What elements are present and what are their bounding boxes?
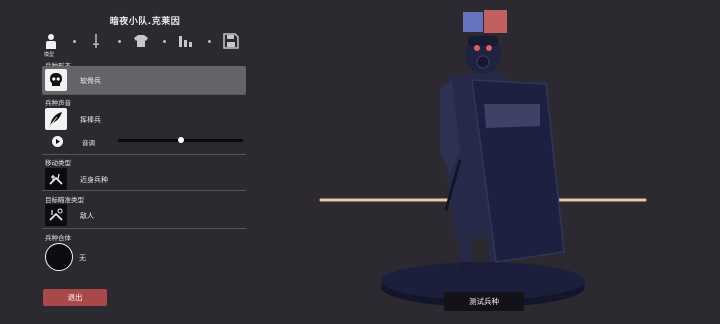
unit-form-value: 软骨兵 [80,77,101,85]
active-tab-label: 模型 [44,52,55,58]
play-triangle [56,139,60,144]
unit-merge-value: 无 [79,254,86,262]
exit-button[interactable]: 退出 [43,289,107,306]
unit-voice-icon-box [45,108,67,130]
section-divider [42,94,246,95]
helmet [468,36,498,46]
feather-icon [49,112,62,127]
section-divider [42,154,246,155]
tab-clothing[interactable] [132,32,150,50]
mask-filter [476,55,490,69]
movement-type-row[interactable]: 近身兵种 [42,165,246,193]
pitch-slider-handle[interactable] [177,137,184,143]
team-color-blue-swatch[interactable] [463,12,483,32]
unit-form-row[interactable]: 软骨兵 [42,66,246,94]
section-divider [42,228,246,229]
movement-icon-box [45,168,67,190]
shield-window [484,104,540,128]
movement-icon [49,173,63,185]
unit-form-icon-box [45,69,67,91]
unit-preview [319,34,647,307]
unit-merge-label: 兵种合体 [45,234,71,242]
boot-right [489,262,504,271]
tab-save[interactable] [222,32,240,50]
movement-type-value: 近身兵种 [80,176,108,184]
pitch-slider[interactable] [118,137,243,143]
boot-left [459,262,474,271]
stats-icon [179,36,192,47]
target-icon-box [45,204,67,226]
tab-stats[interactable] [177,32,195,50]
team-color-red-swatch[interactable] [484,10,507,33]
mask-eye-right [486,45,492,51]
target-type-row[interactable]: 敌人 [42,201,246,229]
unit-voice-value: 挥棒兵 [80,116,101,124]
person-icon [46,34,56,49]
unit-merge-slot[interactable] [45,243,73,271]
save-icon [223,33,239,49]
mask-eye-left [474,45,480,51]
target-type-value: 敌人 [80,212,94,220]
pitch-label: 音调 [82,139,95,147]
shirt-icon [134,35,148,47]
target-icon [49,208,63,221]
skull-icon [50,73,62,86]
tab-separator-dot [208,40,211,43]
unit-voice-row[interactable]: 挥棒兵 [42,105,246,133]
tab-separator-dot [163,40,166,43]
section-divider [42,190,246,191]
play-icon[interactable] [52,136,63,147]
tab-model[interactable] [42,32,60,50]
unit-editor-panel: 暗夜小队.克莱因 模型 软骨兵 兵种声音 挥棒兵 音调 移动类型 近身兵种 目标… [0,0,250,324]
editor-tab-bar [42,32,247,60]
test-unit-button[interactable]: 测试兵种 [444,292,524,311]
tab-separator-dot [73,40,76,43]
tab-separator-dot [118,40,121,43]
tab-weapons[interactable] [87,32,105,50]
sword-icon [93,34,99,48]
unit-title: 暗夜小队.克莱因 [109,17,181,27]
